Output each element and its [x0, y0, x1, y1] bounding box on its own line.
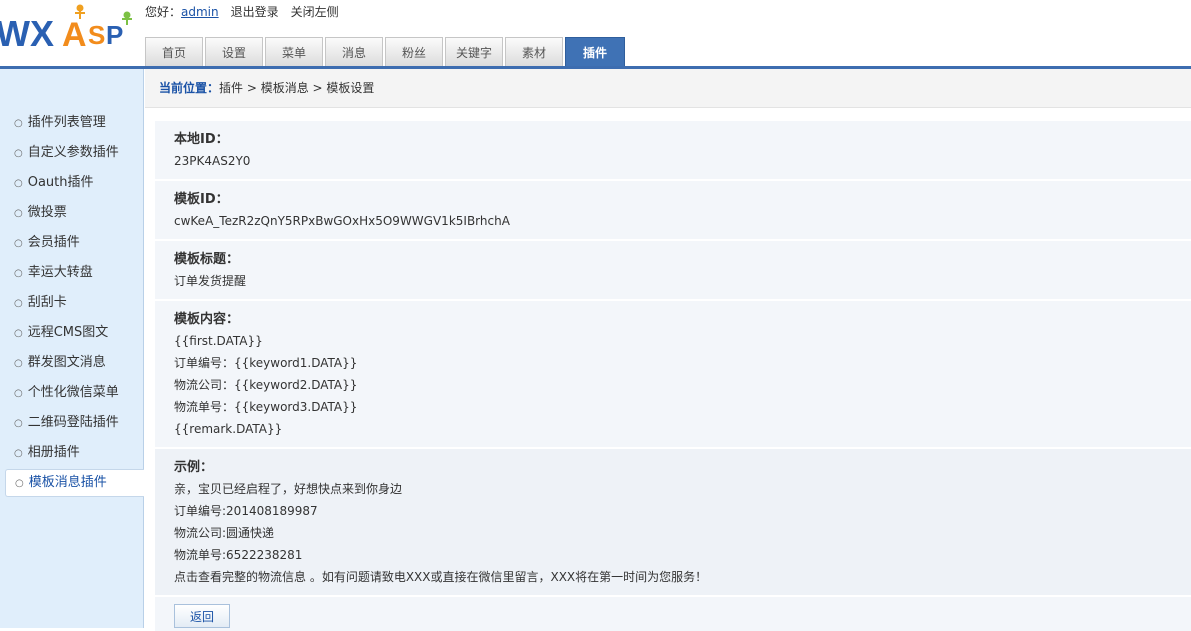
sidebar-item-label: 二维码登陆插件 [27, 415, 119, 430]
example-label: 示例： [174, 460, 214, 475]
sidebar-item-qr-login[interactable]: ○ 二维码登陆插件 [5, 408, 144, 438]
circle-bullet-icon: ○ [14, 238, 23, 249]
template-detail-panel: 本地ID： 23PK4AS2Y0 模板ID： cwKeA_TezR2zQnY5R… [155, 121, 1191, 631]
circle-bullet-icon: ○ [14, 358, 23, 369]
sidebar-item-oauth[interactable]: ○ Oauth插件 [5, 168, 144, 198]
sidebar-item-label: 群发图文消息 [27, 355, 106, 370]
sidebar-item-label: 微投票 [27, 205, 67, 220]
sidebar-item-member[interactable]: ○ 会员插件 [5, 228, 144, 258]
button-row: 返回 [155, 597, 1191, 631]
circle-bullet-icon: ○ [14, 298, 23, 309]
tab-home[interactable]: 首页 [145, 37, 203, 66]
example-line: 亲，宝贝已经启程了，好想快点来到你身边 [174, 482, 403, 496]
template-title-field: 模板标题： 订单发货提醒 [155, 241, 1191, 301]
breadcrumb-path: 插件 > 模板消息 > 模板设置 [219, 81, 375, 95]
circle-bullet-icon: ○ [14, 208, 23, 219]
user-bar: 您好：admin 退出登录 关闭左侧 [145, 3, 339, 20]
sidebar-item-label: 远程CMS图文 [27, 325, 109, 340]
example-line: 物流单号:6522238281 [174, 548, 303, 562]
svg-text:A: A [62, 16, 87, 54]
sidebar-item-label: 会员插件 [27, 235, 80, 250]
template-id-label: 模板ID： [174, 192, 229, 207]
local-id-label: 本地ID： [174, 132, 229, 147]
header: WX A S P 您好：admin 退出登录 关闭左侧 首页 设置 菜单 消息 粉丝 关键字素… [0, 0, 1191, 69]
tab-materials[interactable]: 素材 [505, 37, 563, 66]
sidebar-menu: ○ 插件列表管理 ○ 自定义参数插件 ○ Oauth插件 ○ 微投票 ○ 会员插件 ○ 幸运… [5, 108, 144, 497]
local-id-field: 本地ID： 23PK4AS2Y0 [155, 121, 1191, 181]
sidebar-item-vote[interactable]: ○ 微投票 [5, 198, 144, 228]
circle-bullet-icon: ○ [15, 478, 24, 489]
local-id-value: 23PK4AS2Y0 [174, 154, 251, 168]
sidebar-item-plugin-list[interactable]: ○ 插件列表管理 [5, 108, 144, 138]
tab-menu[interactable]: 菜单 [265, 37, 323, 66]
template-content-label: 模板内容： [174, 312, 240, 327]
sidebar-item-label: 个性化微信菜单 [27, 385, 119, 400]
tab-keywords[interactable]: 关键字 [445, 37, 503, 66]
sidebar-item-label: 插件列表管理 [27, 115, 106, 130]
sidebar-item-mass-news[interactable]: ○ 群发图文消息 [5, 348, 144, 378]
tab-plugins[interactable]: 插件 [565, 37, 625, 67]
template-content-line: 物流单号：{{keyword3.DATA}} [174, 400, 358, 414]
template-content-line: 订单编号：{{keyword1.DATA}} [174, 356, 358, 370]
circle-bullet-icon: ○ [14, 418, 23, 429]
circle-bullet-icon: ○ [14, 268, 23, 279]
sidebar: ○ 插件列表管理 ○ 自定义参数插件 ○ Oauth插件 ○ 微投票 ○ 会员插件 ○ 幸运… [0, 69, 144, 628]
svg-text:S: S [88, 20, 105, 50]
template-content-field: 模板内容： {{first.DATA}} 订单编号：{{keyword1.DAT… [155, 301, 1191, 449]
sidebar-item-label: 自定义参数插件 [27, 145, 119, 160]
template-id-field: 模板ID： cwKeA_TezR2zQnY5RPxBwGOxHx5O9WWGV1… [155, 181, 1191, 241]
back-button[interactable]: 返回 [174, 604, 230, 628]
template-title-label: 模板标题： [174, 252, 240, 267]
close-left-link[interactable]: 关闭左侧 [291, 5, 339, 19]
tab-messages[interactable]: 消息 [325, 37, 383, 66]
circle-bullet-icon: ○ [14, 118, 23, 129]
example-field: 示例： 亲，宝贝已经启程了，好想快点来到你身边 订单编号:20140818998… [155, 449, 1191, 597]
sidebar-item-scratch-card[interactable]: ○ 刮刮卡 [5, 288, 144, 318]
breadcrumb-label: 当前位置： [159, 81, 220, 95]
template-content-line: {{remark.DATA}} [174, 422, 283, 436]
svg-text:WX: WX [0, 13, 54, 54]
sidebar-item-lucky-wheel[interactable]: ○ 幸运大转盘 [5, 258, 144, 288]
breadcrumb: 当前位置：插件 > 模板消息 > 模板设置 [145, 69, 1191, 108]
example-line: 点击查看完整的物流信息 。如有问题请致电XXX或直接在微信里留言，XXX将在第一… [174, 570, 708, 584]
template-id-value: cwKeA_TezR2zQnY5RPxBwGOxHx5O9WWGV1k5IBrh… [174, 214, 510, 228]
sidebar-item-custom-params[interactable]: ○ 自定义参数插件 [5, 138, 144, 168]
sidebar-item-custom-menu[interactable]: ○ 个性化微信菜单 [5, 378, 144, 408]
sidebar-item-label: Oauth插件 [27, 175, 94, 190]
circle-bullet-icon: ○ [14, 148, 23, 159]
main-content: 当前位置：插件 > 模板消息 > 模板设置 本地ID： 23PK4AS2Y0 模… [145, 69, 1191, 631]
template-content-line: {{first.DATA}} [174, 334, 263, 348]
template-title-value: 订单发货提醒 [174, 274, 247, 288]
sidebar-item-template-message[interactable]: ○ 模板消息插件 [5, 469, 144, 497]
circle-bullet-icon: ○ [14, 178, 23, 189]
sidebar-item-label: 幸运大转盘 [27, 265, 93, 280]
sidebar-item-album[interactable]: ○ 相册插件 [5, 438, 144, 468]
main-nav: 首页 设置 菜单 消息 粉丝 关键字 素材 插件 [145, 37, 627, 67]
logout-link[interactable]: 退出登录 [231, 5, 279, 19]
sidebar-item-label: 模板消息插件 [28, 475, 107, 490]
app-logo: WX A S P [0, 2, 142, 58]
circle-bullet-icon: ○ [14, 388, 23, 399]
sidebar-item-remote-cms[interactable]: ○ 远程CMS图文 [5, 318, 144, 348]
circle-bullet-icon: ○ [14, 448, 23, 459]
username-link[interactable]: admin [181, 5, 219, 19]
example-line: 订单编号:201408189987 [174, 504, 318, 518]
circle-bullet-icon: ○ [14, 328, 23, 339]
template-content-line: 物流公司：{{keyword2.DATA}} [174, 378, 358, 392]
tab-settings[interactable]: 设置 [205, 37, 263, 66]
example-line: 物流公司:圆通快递 [174, 526, 275, 540]
sidebar-item-label: 刮刮卡 [27, 295, 67, 310]
svg-text:P: P [106, 20, 123, 50]
greeting-text: 您好： [145, 5, 182, 19]
tab-fans[interactable]: 粉丝 [385, 37, 443, 66]
sidebar-item-label: 相册插件 [27, 445, 80, 460]
